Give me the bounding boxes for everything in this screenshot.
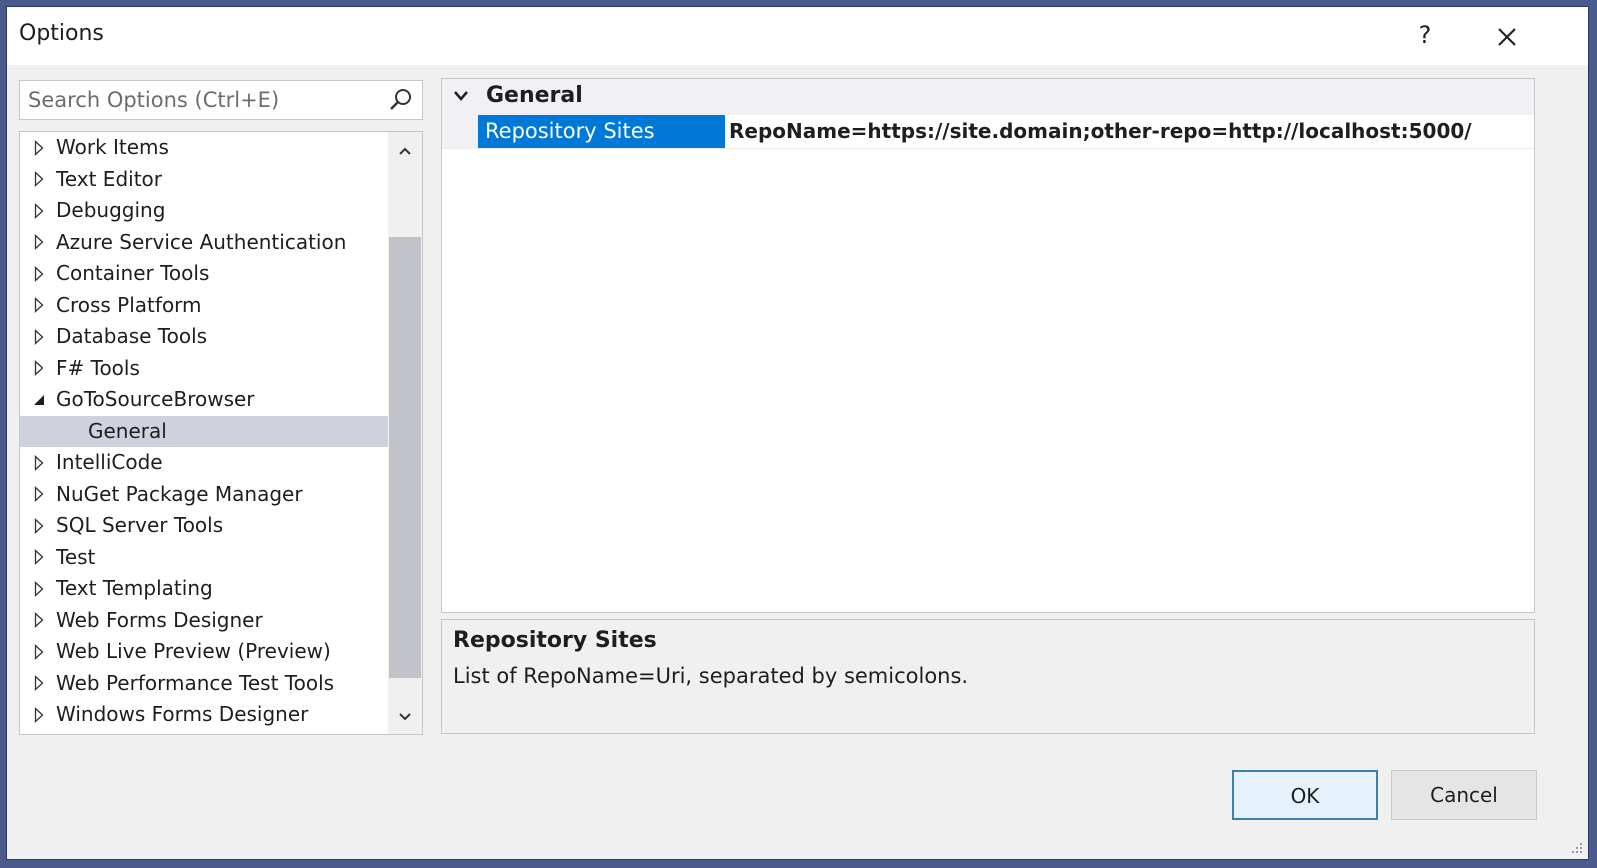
tree-item-web-live-preview-preview[interactable]: Web Live Preview (Preview) — [20, 636, 390, 668]
tree-item-text-editor[interactable]: Text Editor — [20, 164, 390, 196]
description-title: Repository Sites — [453, 628, 657, 653]
collapsed-triangle-icon[interactable] — [32, 510, 46, 542]
tree-item-sql-server-tools[interactable]: SQL Server Tools — [20, 510, 390, 542]
options-tree: Work Items Text Editor Debugging Azure Serv… — [19, 131, 423, 735]
tree-scrollbar[interactable] — [388, 132, 422, 734]
expanded-triangle-icon[interactable] — [32, 384, 46, 416]
scroll-down-button[interactable] — [388, 702, 422, 732]
tree-item-azure-service-authentication[interactable]: Azure Service Authentication — [20, 227, 390, 259]
ok-button[interactable]: OK — [1232, 770, 1378, 820]
tree-item-label: Windows Forms Designer — [56, 702, 309, 726]
tree-item-cross-platform[interactable]: Cross Platform — [20, 290, 390, 322]
collapsed-triangle-icon[interactable] — [32, 258, 46, 290]
tree-item-label: IntelliCode — [56, 450, 163, 474]
search-icon[interactable] — [388, 87, 414, 113]
category-label: General — [486, 83, 583, 108]
collapsed-triangle-icon[interactable] — [32, 353, 46, 385]
tree-item-label: Debugging — [56, 198, 166, 222]
tree-item-label: Cross Platform — [56, 292, 202, 317]
tree-item-web-forms-designer[interactable]: Web Forms Designer — [20, 605, 390, 637]
collapsed-triangle-icon[interactable] — [32, 195, 46, 227]
close-button[interactable] — [1487, 17, 1527, 57]
collapsed-triangle-icon[interactable] — [32, 573, 46, 605]
category-row-general[interactable]: General — [442, 79, 1534, 115]
tree-item-label: Work Items — [56, 135, 169, 159]
tree-item-text-templating[interactable]: Text Templating — [20, 573, 390, 605]
tree-item-label: F# Tools — [56, 355, 140, 380]
tree-item-database-tools[interactable]: Database Tools — [20, 321, 390, 353]
collapsed-triangle-icon[interactable] — [32, 668, 46, 700]
help-button[interactable]: ? — [1407, 15, 1443, 55]
tree-item-label: Web Performance Test Tools — [56, 670, 335, 695]
tree-item-f-tools[interactable]: F# Tools — [20, 353, 390, 385]
description-panel: Repository Sites List of RepoName=Uri, s… — [441, 619, 1535, 734]
tree-item-debugging[interactable]: Debugging — [20, 195, 390, 227]
tree-item-gotosourcebrowser[interactable]: GoToSourceBrowser — [20, 384, 390, 416]
tree-list: Work Items Text Editor Debugging Azure Serv… — [20, 132, 390, 731]
tree-item-label: Web Live Preview (Preview) — [56, 639, 331, 663]
scroll-thumb[interactable] — [389, 237, 421, 678]
scroll-up-button[interactable] — [388, 136, 422, 166]
chevron-up-icon — [399, 147, 411, 155]
collapsed-triangle-icon[interactable] — [32, 290, 46, 322]
collapsed-triangle-icon[interactable] — [32, 542, 46, 574]
tree-item-windows-forms-designer[interactable]: Windows Forms Designer — [20, 699, 390, 731]
collapsed-triangle-icon[interactable] — [32, 321, 46, 353]
collapsed-triangle-icon[interactable] — [32, 132, 46, 164]
collapsed-triangle-icon[interactable] — [32, 227, 46, 259]
chevron-down-icon — [399, 713, 411, 721]
description-text: List of RepoName=Uri, separated by semic… — [453, 664, 969, 688]
resize-grip-icon[interactable] — [1570, 841, 1584, 855]
dialog-title: Options — [19, 21, 104, 46]
tree-item-label: Database Tools — [56, 324, 208, 348]
tree-item-label: Container Tools — [56, 261, 210, 285]
tree-item-label: Text Editor — [56, 166, 162, 191]
collapsed-triangle-icon[interactable] — [32, 164, 46, 196]
tree-item-test[interactable]: Test — [20, 542, 390, 574]
tree-item-work-items[interactable]: Work Items — [20, 132, 390, 164]
tree-item-general[interactable]: General — [20, 415, 390, 447]
close-icon — [1498, 28, 1516, 46]
tree-item-label: Test — [56, 544, 96, 569]
collapsed-triangle-icon[interactable] — [32, 699, 46, 731]
collapsed-triangle-icon[interactable] — [32, 636, 46, 668]
tree-item-container-tools[interactable]: Container Tools — [20, 258, 390, 290]
property-name[interactable]: Repository Sites — [478, 115, 725, 148]
collapsed-triangle-icon[interactable] — [32, 447, 46, 479]
tree-item-label: GoToSourceBrowser — [56, 387, 255, 411]
tree-item-web-performance-test-tools[interactable]: Web Performance Test Tools — [20, 668, 390, 700]
collapsed-triangle-icon[interactable] — [32, 605, 46, 637]
property-gutter — [442, 115, 478, 148]
chevron-down-icon[interactable] — [452, 88, 470, 104]
cancel-button[interactable]: Cancel — [1391, 770, 1537, 820]
title-bar: Options ? — [7, 7, 1588, 65]
property-row[interactable]: Repository Sites RepoName=https://site.d… — [442, 115, 1534, 149]
tree-item-label: Text Templating — [56, 576, 213, 600]
tree-item-label: Web Forms Designer — [56, 607, 263, 632]
tree-item-intellicode[interactable]: IntelliCode — [20, 447, 390, 479]
tree-item-label: NuGet Package Manager — [56, 481, 303, 506]
property-grid: General Repository Sites RepoName=https:… — [441, 78, 1535, 613]
tree-item-label: Azure Service Authentication — [56, 229, 347, 254]
tree-item-label: General — [88, 418, 167, 443]
tree-item-nuget-package-manager[interactable]: NuGet Package Manager — [20, 479, 390, 511]
search-box — [19, 80, 423, 120]
options-dialog: Options ? Work Items Text Editor Debugging… — [6, 6, 1589, 860]
tree-item-label: SQL Server Tools — [56, 513, 224, 537]
search-input[interactable] — [20, 81, 380, 119]
collapsed-triangle-icon[interactable] — [32, 479, 46, 511]
property-value[interactable]: RepoName=https://site.domain;other-repo=… — [729, 115, 1472, 148]
